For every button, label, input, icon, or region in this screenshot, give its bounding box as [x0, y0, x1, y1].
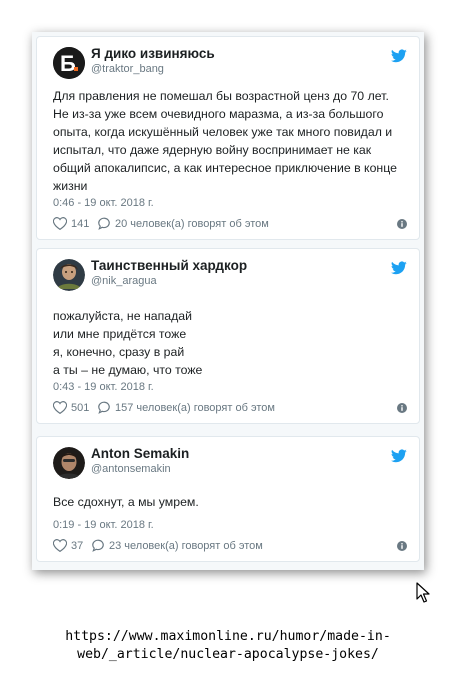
- like-count: 141: [71, 217, 90, 230]
- tweet-card[interactable]: Б Я дико извиняюсь @traktor_bang Для пра…: [36, 36, 420, 240]
- heart-icon: [53, 217, 67, 230]
- reply-button[interactable]: 23 человек(а) говорят об этом: [91, 539, 263, 552]
- svg-text:Б: Б: [60, 51, 76, 76]
- mouse-cursor-icon: [416, 582, 430, 603]
- author-name[interactable]: Я дико извиняюсь: [91, 46, 215, 61]
- tweet-timestamp[interactable]: 0:19 - 19 окт. 2018 г.: [53, 519, 154, 531]
- tweet-actions: 141 20 человек(а) говорят об этом: [53, 217, 409, 233]
- tweet-text: Все сдохнут, а мы умрем.: [53, 493, 405, 511]
- tweet-actions: 501 157 человек(а) говорят об этом: [53, 401, 409, 417]
- like-count: 37: [71, 539, 84, 552]
- info-icon[interactable]: [397, 403, 407, 413]
- heart-icon: [53, 539, 67, 552]
- source-url-line[interactable]: web/_article/nuclear-apocalypse-jokes/: [0, 646, 456, 664]
- tweet-text-line: Не из-за уже всем очевидного маразма, а …: [53, 107, 384, 121]
- heart-icon: [53, 401, 67, 414]
- tweet-text-line: Все сдохнут, а мы умрем.: [53, 495, 199, 509]
- reply-button[interactable]: 157 человек(а) говорят об этом: [97, 401, 275, 414]
- source-url-line[interactable]: https://www.maximonline.ru/humor/made-in…: [0, 628, 456, 646]
- reply-bubble-icon: [98, 401, 110, 414]
- tweets-screenshot: Б Я дико извиняюсь @traktor_bang Для пра…: [32, 32, 424, 570]
- tweet-text-line: Для правления не помешал бы возрастной ц…: [53, 89, 389, 103]
- reply-bubble-icon: [98, 217, 110, 230]
- source-url[interactable]: https://www.maximonline.ru/humor/made-in…: [0, 628, 456, 664]
- tweet-text-line: общий апокалипсис, а как интересное прик…: [53, 161, 397, 175]
- like-button[interactable]: 501: [53, 401, 89, 414]
- tweet-card[interactable]: Таинственный хардкор @nik_aragua пожалуй…: [36, 248, 420, 424]
- tweet-timestamp[interactable]: 0:43 - 19 окт. 2018 г.: [53, 381, 154, 393]
- reply-bubble-icon: [92, 539, 104, 552]
- tweet-text-line: жизни: [53, 179, 88, 193]
- like-button[interactable]: 37: [53, 539, 83, 552]
- talking-count: 23 человек(а) говорят об этом: [109, 539, 263, 552]
- avatar[interactable]: Б: [53, 47, 85, 79]
- tweet-text-line: а ты – не думаю, что тоже: [53, 363, 203, 377]
- like-button[interactable]: 141: [53, 217, 89, 230]
- tweet-text-line: опыта, когда искушённый человек уже так …: [53, 125, 393, 139]
- author-handle[interactable]: @nik_aragua: [91, 275, 157, 287]
- tweet-text-line: испытал, что даже ядерную войну восприни…: [53, 143, 372, 157]
- info-icon[interactable]: [397, 541, 407, 551]
- talking-count: 20 человек(а) говорят об этом: [115, 217, 269, 230]
- tweet-card[interactable]: Anton Semakin @antonsemakin Все сдохнут,…: [36, 436, 420, 562]
- tweet-text-line: пожалуйста, не нападай: [53, 309, 192, 323]
- twitter-bird-icon[interactable]: [391, 49, 407, 63]
- tweet-actions: 37 23 человек(а) говорят об этом: [53, 539, 409, 555]
- twitter-bird-icon[interactable]: [391, 261, 407, 275]
- twitter-bird-icon[interactable]: [391, 449, 407, 463]
- like-count: 501: [71, 401, 90, 414]
- avatar[interactable]: [53, 259, 85, 291]
- avatar[interactable]: [53, 447, 85, 479]
- tweet-text: пожалуйста, не нападай или мне придётся …: [53, 307, 405, 379]
- tweet-timestamp[interactable]: 0:46 - 19 окт. 2018 г.: [53, 197, 154, 209]
- author-name[interactable]: Anton Semakin: [91, 446, 189, 461]
- tweet-text-line: или мне придётся тоже: [53, 327, 187, 341]
- tweet-text-line: я, конечно, сразу в рай: [53, 345, 185, 359]
- talking-count: 157 человек(а) говорят об этом: [115, 401, 275, 414]
- tweet-text: Для правления не помешал бы возрастной ц…: [53, 87, 405, 195]
- info-icon[interactable]: [397, 219, 407, 229]
- reply-button[interactable]: 20 человек(а) говорят об этом: [97, 217, 269, 230]
- author-name[interactable]: Таинственный хардкор: [91, 258, 247, 273]
- author-handle[interactable]: @antonsemakin: [91, 463, 171, 475]
- author-handle[interactable]: @traktor_bang: [91, 63, 164, 75]
